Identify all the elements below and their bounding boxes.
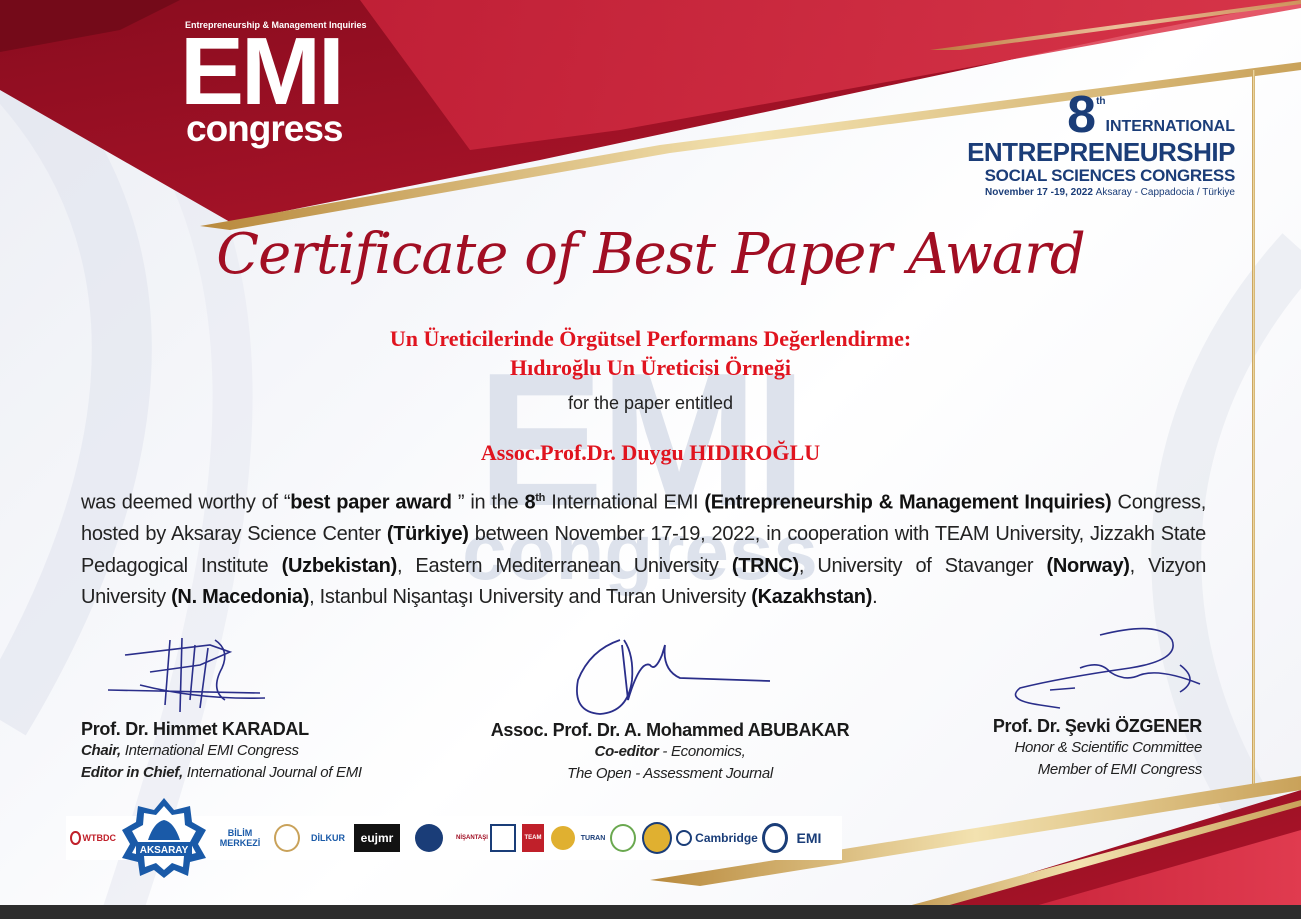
signatory-role-2: Editor in Chief, International Journal o… — [81, 762, 362, 784]
sponsor-bilim-merkezi-logo: BİLİM MERKEZİ — [214, 824, 266, 852]
role-text: International EMI Congress — [124, 742, 299, 759]
signature-ozgener — [1014, 627, 1201, 709]
merkezi-text: MERKEZİ — [219, 838, 261, 848]
signatory-name: Prof. Dr. Şevki ÖZGENER — [992, 716, 1202, 736]
bilim-text: BİLİM — [227, 828, 253, 838]
signatory-role-1: Honor & Scientific Committee — [1014, 739, 1202, 756]
sponsor-eujmr-logo: eujmr — [354, 824, 400, 852]
signatory-name: Prof. Dr. Himmet KARADAL — [81, 719, 309, 739]
sponsor-seal-5-logo — [610, 824, 636, 852]
sponsor-wtbdc-logo: WTBDC — [70, 824, 116, 852]
sponsor-dilkur-logo: DİLKUR — [311, 833, 345, 843]
cambridge-text: Cambridge — [695, 831, 758, 845]
sponsor-seal-4-logo — [550, 824, 576, 852]
sponsor-seal-1-logo — [274, 824, 300, 852]
sponsor-seal-2-logo — [406, 824, 452, 852]
signatory-1: Prof. Dr. Himmet KARADAL Chair, Internat… — [81, 719, 362, 784]
signatory-2: Assoc. Prof. Dr. A. Mohammed ABUBAKAR Co… — [470, 720, 870, 785]
sponsor-emi-journal-logo: EMI — [796, 830, 822, 846]
signatory-role-2: Member of EMI Congress — [1037, 761, 1203, 778]
signature-karadal — [107, 637, 266, 713]
role-text: International Journal of EMI — [186, 764, 362, 781]
sponsor-cambridge-logo: Cambridge — [676, 824, 758, 852]
role-label: Co-editor — [594, 743, 659, 760]
role-label: Chair, — [81, 742, 121, 759]
sponsor-seal-3-logo — [490, 824, 516, 852]
signature-abubakar — [576, 639, 771, 715]
certificate: EMI congress Entrepreneurship & Manageme… — [0, 0, 1301, 919]
aksaray-emblem-icon: AKSARAY — [122, 798, 206, 878]
signatory-name: Assoc. Prof. Dr. A. Mohammed ABUBAKAR — [490, 720, 850, 740]
signatory-role-1: Chair, International EMI Congress — [81, 740, 362, 762]
sponsor-team-logo: TEAM — [522, 824, 544, 852]
signatory-3: Prof. Dr. Şevki ÖZGENER Honor & Scientif… — [993, 716, 1202, 781]
sponsor-wtbdc-text: WTBDC — [82, 833, 117, 843]
role-label: Editor in Chief, — [81, 764, 183, 781]
signatory-role-1: Co-editor - Economics, — [470, 741, 870, 763]
sponsor-aksaray-text: AKSARAY — [140, 845, 189, 856]
signatory-role-2: The Open - Assessment Journal — [567, 765, 773, 782]
sponsor-turan-logo: TURAN — [580, 834, 606, 842]
sponsor-seal-7-logo — [762, 823, 788, 853]
sponsor-nisantasi-logo: NİŞANTAŞI — [456, 835, 488, 841]
sponsor-aksaray-logo: AKSARAY — [118, 796, 210, 878]
sponsor-logos: WTBDC AKSARAY BİLİM MERKEZİ DİLKUR eujmr… — [66, 798, 842, 878]
sponsor-seal-6-logo — [642, 822, 672, 854]
role-text: - Economics, — [662, 743, 746, 760]
